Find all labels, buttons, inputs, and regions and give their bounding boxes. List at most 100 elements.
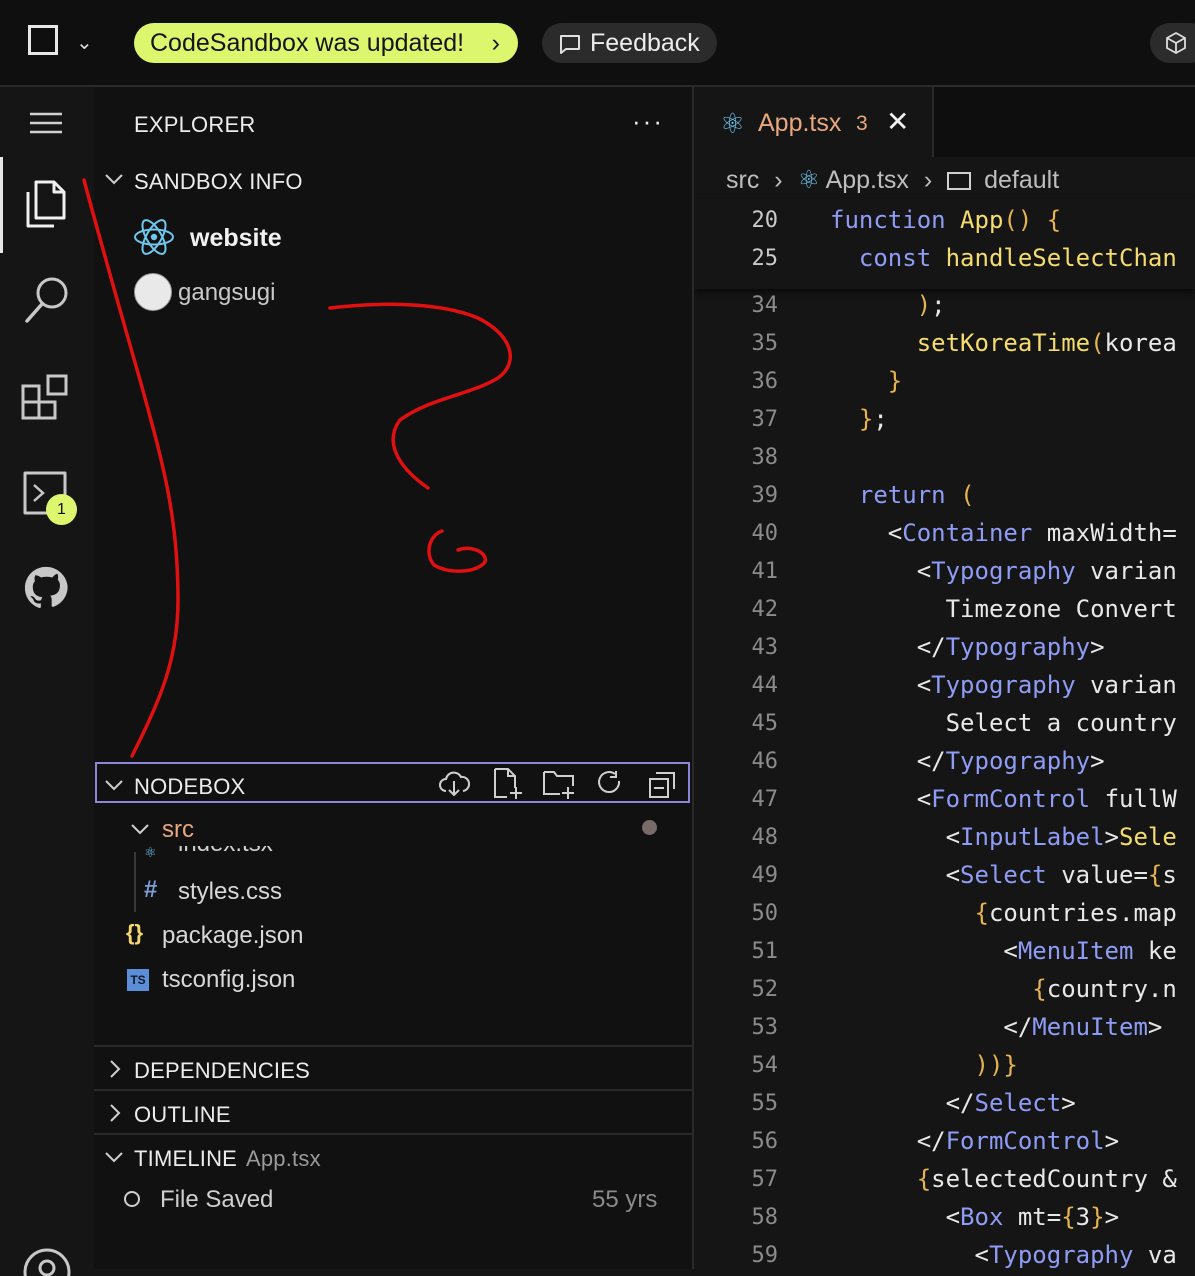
avatar [134, 273, 172, 311]
code-line[interactable]: setKoreaTime(korea [830, 329, 1177, 357]
code-line[interactable]: <Typography varian [830, 671, 1177, 699]
tab-label: App.tsx [758, 109, 842, 137]
sandbox-info-header[interactable]: SANDBOX INFO [134, 169, 303, 195]
dependencies-header[interactable]: DEPENDENCIES [134, 1058, 310, 1084]
chevron-down-icon[interactable]: ⌄ [76, 30, 93, 55]
extensions-icon[interactable] [20, 372, 72, 424]
code-line[interactable]: <InputLabel>Sele [830, 823, 1177, 851]
chevron-right-icon[interactable] [108, 1103, 122, 1123]
code-line[interactable]: </Typography> [830, 747, 1105, 775]
feedback-label: Feedback [590, 29, 700, 57]
line-number: 46 [751, 749, 779, 774]
code-line[interactable]: {selectedCountry & [830, 1165, 1177, 1193]
code-line[interactable]: ))} [830, 1051, 1018, 1079]
timeline-dot-icon [124, 1191, 140, 1207]
explorer-sidebar [94, 87, 692, 1269]
cloud-download-icon[interactable] [438, 769, 470, 799]
code-line[interactable]: </Select> [830, 1089, 1076, 1117]
more-actions-icon[interactable]: ··· [632, 106, 664, 137]
code-line[interactable]: return ( [830, 481, 975, 509]
line-number: 39 [751, 483, 779, 508]
code-line[interactable]: <Container maxWidth= [830, 519, 1177, 547]
code-line[interactable]: <Box mt={3}> [830, 1203, 1119, 1231]
outline-header[interactable]: OUTLINE [134, 1102, 231, 1128]
code-line[interactable]: Select a country [830, 709, 1177, 737]
new-folder-icon[interactable] [542, 767, 576, 801]
sticky-code-line[interactable]: const handleSelectChan [830, 244, 1177, 272]
code-line[interactable]: </Typography> [830, 633, 1105, 661]
close-icon[interactable]: ✕ [886, 105, 909, 138]
sandbox-owner[interactable]: gangsugi [178, 279, 275, 307]
chat-icon [560, 35, 580, 54]
line-number: 44 [751, 673, 779, 698]
code-line[interactable]: Timezone Convert [830, 595, 1177, 623]
code-line[interactable]: </MenuItem> [830, 1013, 1162, 1041]
line-number: 34 [751, 293, 779, 318]
activity-bar [0, 87, 94, 1269]
code-line[interactable]: <FormControl fullW [830, 785, 1177, 813]
files-icon[interactable] [22, 178, 68, 232]
sticky-code-line[interactable]: function App() { [830, 206, 1061, 234]
line-number: 54 [751, 1053, 779, 1078]
line-number: 52 [751, 977, 779, 1002]
update-notice-button[interactable]: CodeSandbox was updated! › [134, 23, 518, 63]
chevron-down-icon[interactable] [104, 172, 124, 186]
timeline-entry-label[interactable]: File Saved [160, 1186, 273, 1214]
code-line[interactable]: }; [830, 405, 888, 433]
refresh-icon[interactable] [595, 769, 625, 799]
chevron-right-icon: › [923, 166, 933, 194]
breadcrumb-symbol[interactable]: default [984, 166, 1059, 194]
code-line[interactable]: <Typography va [830, 1241, 1177, 1269]
code-line[interactable]: {country.n [830, 975, 1177, 1003]
code-line[interactable]: </FormControl> [830, 1127, 1119, 1155]
file-package-json[interactable]: package.json [162, 922, 303, 950]
chevron-down-icon[interactable] [104, 1150, 124, 1164]
cube-button[interactable] [1150, 23, 1195, 63]
feedback-button[interactable]: Feedback [542, 23, 717, 63]
timeline-header[interactable]: TIMELINE [134, 1146, 237, 1172]
react-icon: ⚛ [797, 166, 820, 194]
code-line[interactable]: ); [830, 291, 946, 319]
code-line[interactable]: } [830, 367, 902, 395]
code-line[interactable]: {countries.map [830, 899, 1177, 927]
code-line[interactable]: <Typography varian [830, 557, 1177, 585]
code-line[interactable]: <Select value={s [830, 861, 1177, 889]
file-tsconfig-json[interactable]: tsconfig.json [162, 966, 295, 994]
breadcrumb-file[interactable]: App.tsx [826, 166, 909, 194]
file-index-tsx[interactable]: index.tsx [178, 846, 273, 858]
line-number: 48 [751, 825, 779, 850]
line-number: 56 [751, 1129, 779, 1154]
line-number: 45 [751, 711, 779, 736]
code-line[interactable]: <MenuItem ke [830, 937, 1176, 965]
account-icon[interactable] [22, 1246, 72, 1276]
chevron-down-icon[interactable] [104, 778, 124, 792]
chevron-down-icon[interactable] [130, 822, 150, 836]
tab-app-tsx[interactable]: ⚛ App.tsx 3 ✕ [694, 87, 934, 157]
timeline-entry-age: 55 yrs [592, 1186, 658, 1213]
terminal-badge: 1 [46, 494, 77, 525]
nodebox-title: NODEBOX [134, 774, 246, 799]
line-number: 59 [751, 1243, 779, 1268]
line-number: 49 [751, 863, 779, 888]
line-number: 36 [751, 369, 779, 394]
section-divider [94, 1133, 692, 1135]
codesandbox-logo-icon[interactable] [28, 25, 58, 55]
folder-src[interactable]: src [162, 816, 194, 844]
top-bar: ⌄ CodeSandbox was updated! › Feedback [0, 0, 1195, 87]
github-icon[interactable] [24, 566, 68, 610]
menu-icon[interactable] [28, 110, 64, 136]
section-divider [94, 1089, 692, 1091]
update-notice-label: CodeSandbox was updated! [150, 29, 465, 57]
new-file-icon[interactable] [492, 767, 524, 801]
line-number: 53 [751, 1015, 779, 1040]
problems-count: 3 [856, 112, 868, 135]
code-editor[interactable]: ⚛ App.tsx 3 ✕ src › ⚛ App.tsx › default … [694, 87, 1195, 1269]
search-icon[interactable] [22, 273, 72, 327]
chevron-right-icon[interactable] [108, 1059, 122, 1079]
timeline-file: App.tsx [246, 1146, 321, 1171]
line-number: 42 [751, 597, 779, 622]
collapse-all-icon[interactable] [648, 771, 678, 799]
file-styles-css[interactable]: styles.css [178, 878, 282, 906]
breadcrumb-folder[interactable]: src [726, 166, 759, 194]
react-icon: ⚛ [144, 846, 157, 860]
